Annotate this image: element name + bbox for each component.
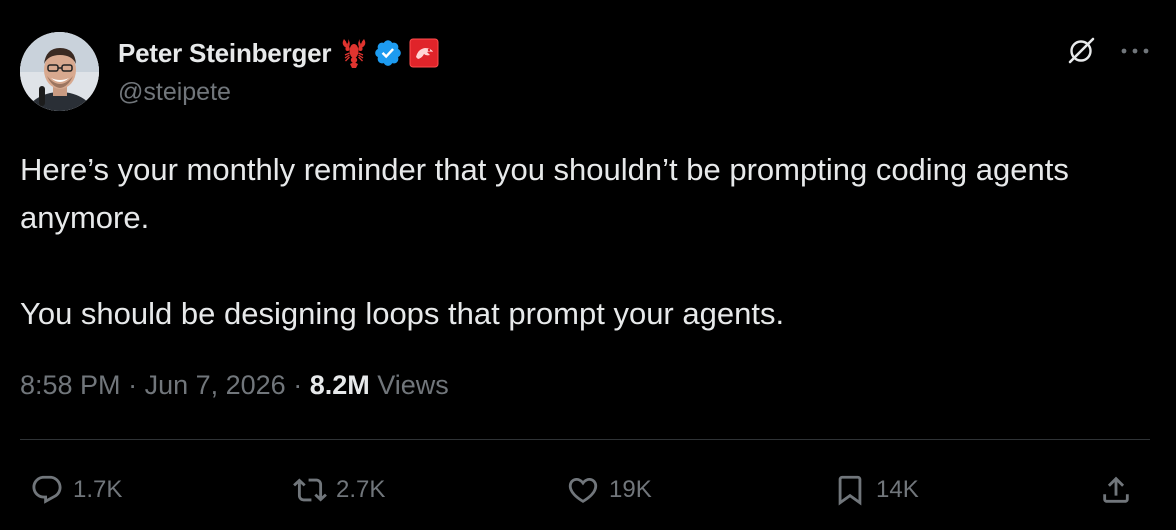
grok-icon[interactable] bbox=[1064, 34, 1098, 68]
author-name-row: Peter Steinberger bbox=[118, 35, 439, 71]
avatar-image bbox=[20, 32, 99, 111]
tweet-card: Peter Steinberger @steipete Here’s your … bbox=[0, 0, 1176, 530]
divider bbox=[20, 439, 1150, 440]
retweet-icon bbox=[293, 478, 327, 502]
tweet-date[interactable]: Jun 7, 2026 bbox=[145, 370, 286, 400]
bookmark-button[interactable]: 14K bbox=[833, 470, 919, 510]
views-label: Views bbox=[369, 370, 449, 400]
verified-badge-icon[interactable] bbox=[373, 38, 403, 68]
lobster-icon bbox=[339, 37, 369, 69]
author-display-name[interactable]: Peter Steinberger bbox=[118, 38, 332, 69]
affiliate-badge-icon[interactable] bbox=[409, 38, 439, 68]
like-count: 19K bbox=[609, 476, 652, 503]
share-button[interactable] bbox=[1099, 470, 1133, 510]
bookmark-count: 14K bbox=[876, 476, 919, 503]
tweet-time[interactable]: 8:58 PM bbox=[20, 370, 121, 400]
top-actions bbox=[1064, 34, 1150, 68]
meta-separator: · bbox=[285, 370, 310, 400]
reply-icon bbox=[32, 475, 62, 504]
author-handle[interactable]: @steipete bbox=[118, 78, 231, 107]
retweet-count: 2.7K bbox=[336, 476, 386, 503]
retweet-button[interactable]: 2.7K bbox=[293, 470, 385, 510]
bookmark-icon bbox=[838, 475, 862, 506]
tweet-text: Here’s your monthly reminder that you sh… bbox=[20, 152, 1069, 331]
meta-separator: · bbox=[120, 370, 145, 400]
share-icon bbox=[1103, 476, 1129, 503]
avatar[interactable] bbox=[20, 32, 99, 111]
views-count[interactable]: 8.2M bbox=[310, 370, 370, 400]
like-button[interactable]: 19K bbox=[566, 470, 652, 510]
more-icon[interactable] bbox=[1120, 46, 1150, 56]
reply-count: 1.7K bbox=[73, 476, 123, 503]
tweet-meta: 8:58 PM · Jun 7, 2026 · 8.2M Views bbox=[20, 370, 449, 401]
like-icon bbox=[568, 477, 598, 503]
reply-button[interactable]: 1.7K bbox=[30, 470, 122, 510]
